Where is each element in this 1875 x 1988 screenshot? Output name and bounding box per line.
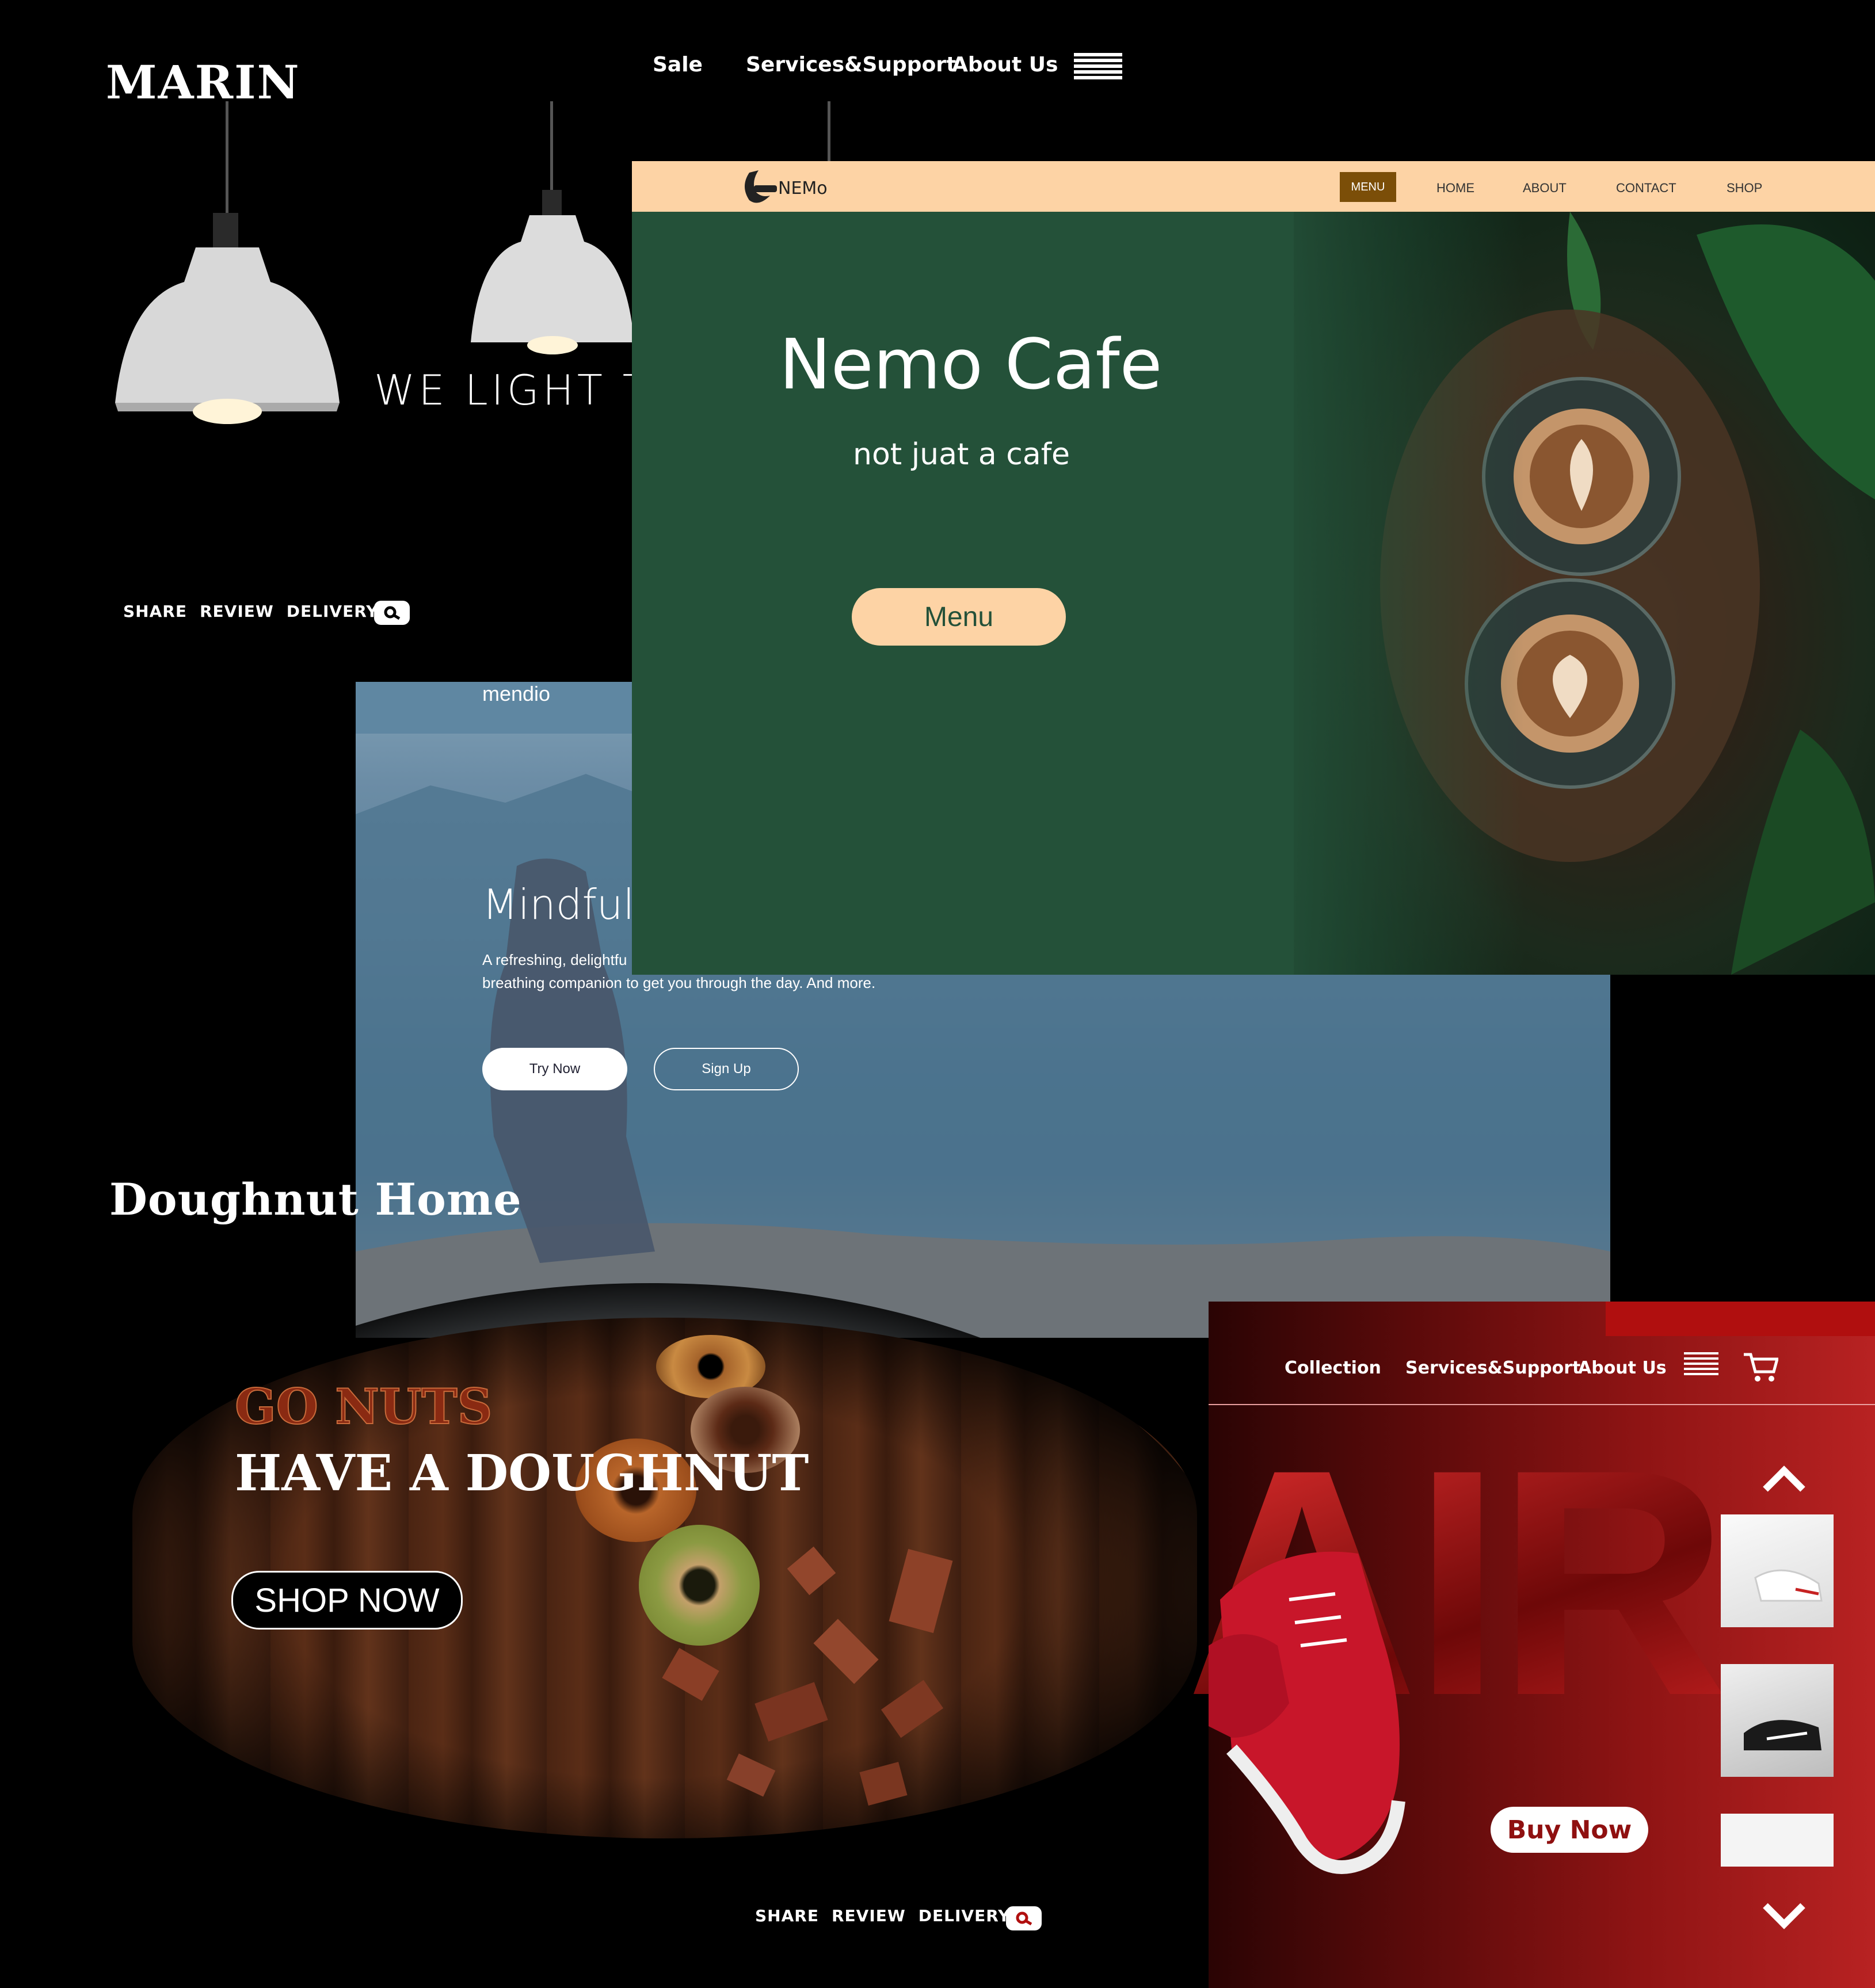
mendio-desc-line2: breathing companion to get you through t… (482, 974, 876, 991)
search-button[interactable] (374, 601, 410, 625)
pendant-lamp-icon (115, 213, 340, 424)
menu-icon[interactable] (1684, 1352, 1718, 1375)
sign-up-button[interactable]: Sign Up (654, 1048, 799, 1090)
search-button[interactable] (1006, 1906, 1042, 1930)
nav-about[interactable]: ABOUT (1523, 181, 1567, 196)
lamp-cord (828, 101, 830, 165)
chocolate-pieces (662, 1546, 953, 1806)
nav-about-us[interactable]: About Us (1578, 1358, 1667, 1378)
air-header-strip (1606, 1302, 1875, 1336)
nav-services-support[interactable]: Services&Support (746, 53, 956, 77)
delivery-link[interactable]: DELIVERY (287, 602, 379, 621)
nav-shop[interactable]: SHOP (1727, 181, 1762, 196)
shop-now-button[interactable]: SHOP NOW (231, 1571, 463, 1630)
menu-button[interactable]: Menu (852, 588, 1066, 646)
doughnut-footer (0, 1882, 1209, 1988)
nav-sale[interactable]: Sale (653, 53, 703, 77)
marin-logo[interactable]: MARIN (106, 55, 300, 109)
have-a-doughnut-headline: HAVE A DOUGHNUT (235, 1444, 809, 1502)
review-link[interactable]: REVIEW (200, 602, 274, 621)
nemo-logo-text[interactable]: NEMo (778, 178, 828, 199)
lamp-cord (550, 101, 553, 193)
pendant-lamp-icon (471, 190, 634, 354)
nemo-title: Nemo Cafe (779, 325, 1163, 405)
nav-menu[interactable]: MENU (1340, 172, 1396, 202)
mendio-heading: Mindful (482, 880, 635, 929)
thumbnail-black-sneaker[interactable] (1721, 1664, 1834, 1777)
buy-now-button[interactable]: Buy Now (1491, 1807, 1648, 1853)
thumbnail-sneaker[interactable] (1721, 1814, 1834, 1867)
nav-services-support[interactable]: Services&Support (1405, 1358, 1580, 1378)
photo-gradient (1265, 212, 1524, 975)
nemo-subtitle: not juat a cafe (853, 437, 1070, 472)
footer-links: SHARE REVIEW DELIVERY (755, 1906, 1023, 1925)
go-nuts-tagline: GO NUTS (234, 1378, 493, 1436)
mendio-logo[interactable]: mendio (482, 682, 550, 706)
share-link[interactable]: SHARE (123, 602, 187, 621)
nav-about-us[interactable]: About Us (952, 53, 1058, 77)
thumbnail-white-sneaker[interactable] (1721, 1514, 1834, 1627)
try-now-button[interactable]: Try Now (482, 1048, 627, 1090)
search-icon (384, 606, 401, 620)
nav-contact[interactable]: CONTACT (1616, 181, 1676, 196)
delivery-link[interactable]: DELIVERY (919, 1906, 1011, 1925)
nemo-page: NEMo MENU HOME ABOUT CONTACT SHOP Nemo C… (632, 161, 1875, 975)
review-link[interactable]: REVIEW (832, 1906, 906, 1925)
doughnut-logo[interactable]: Doughnut Home (109, 1174, 522, 1225)
nemo-logo-mark[interactable] (738, 166, 779, 208)
nav-home[interactable]: HOME (1436, 181, 1474, 196)
lamp-cord (226, 101, 228, 222)
search-icon (1016, 1911, 1032, 1925)
menu-icon[interactable] (1074, 53, 1122, 79)
footer-links: SHARE REVIEW DELIVERY (123, 602, 391, 621)
share-link[interactable]: SHARE (755, 1906, 819, 1925)
nav-collection[interactable]: Collection (1285, 1358, 1381, 1378)
cart-icon[interactable] (1743, 1351, 1778, 1383)
red-sneakers-image (1209, 1551, 1405, 1874)
mendio-desc-line1: A refreshing, delightfu (482, 951, 627, 968)
